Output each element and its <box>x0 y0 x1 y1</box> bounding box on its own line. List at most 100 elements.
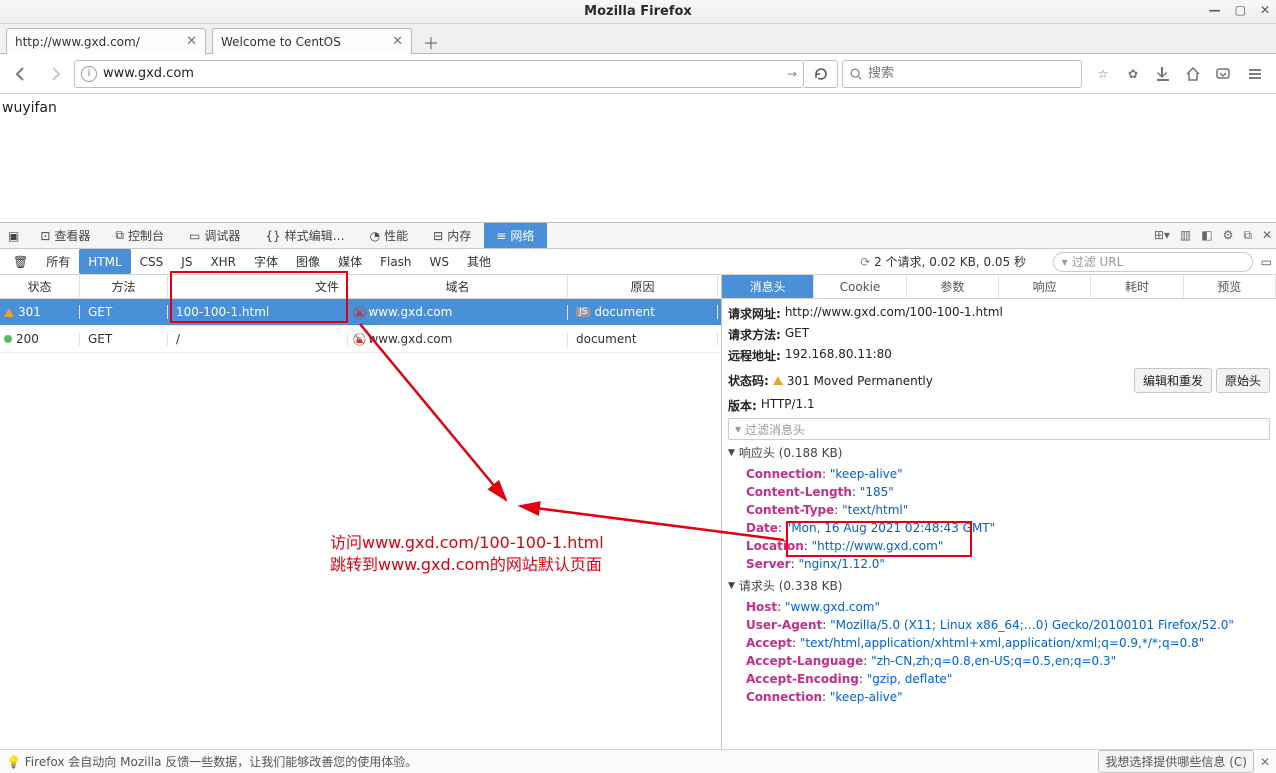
raw-headers-button[interactable]: 原始头 <box>1216 368 1270 393</box>
maximize-icon[interactable]: ▢ <box>1235 3 1246 17</box>
go-icon[interactable]: → <box>787 67 797 81</box>
header-line: Date: "Mon, 16 Aug 2021 02:48:43 GMT" <box>728 519 1270 537</box>
nav-toolbar: i → ☆ ✿ <box>0 54 1276 94</box>
detail-tab-params[interactable]: 参数 <box>907 275 999 298</box>
filter-headers-input[interactable]: ▾过滤消息头 <box>728 418 1270 440</box>
browser-tab-2[interactable]: Welcome to CentOS ✕ <box>212 28 412 54</box>
detail-tab-headers[interactable]: 消息头 <box>722 275 814 298</box>
filter-media[interactable]: 媒体 <box>329 249 371 274</box>
filter-js[interactable]: JS <box>172 249 201 274</box>
remote-address: 192.168.80.11:80 <box>785 347 892 364</box>
filter-xhr[interactable]: XHR <box>201 249 245 274</box>
tab-close-icon[interactable]: ✕ <box>186 34 197 49</box>
lightbulb-icon: 💡 <box>6 755 21 769</box>
new-tab-button[interactable]: ＋ <box>418 31 444 53</box>
filter-all[interactable]: 所有 <box>37 249 79 274</box>
devtools-panel-icon[interactable]: ⊞▾ <box>1154 228 1170 243</box>
menu-button[interactable] <box>1240 60 1270 88</box>
edit-resend-button[interactable]: 编辑和重发 <box>1134 368 1212 393</box>
devtools-panel: ▣ ⊡查看器 ⧉控制台 ▭调试器 {}样式编辑… ◔性能 ⊟内存 ≡网络 ⊞▾ … <box>0 222 1276 749</box>
bookmark-menu-icon[interactable]: ✿ <box>1122 63 1144 85</box>
browser-tab-1[interactable]: http://www.gxd.com/ ✕ <box>6 28 206 54</box>
page-text: wuyifan <box>2 100 57 116</box>
network-summary: ⟳ 2 个请求, 0.02 KB, 0.05 秒 <box>860 253 1026 270</box>
col-domain[interactable]: 域名 <box>348 275 568 298</box>
filter-icon: ▾ <box>735 422 741 436</box>
filter-css[interactable]: CSS <box>131 249 173 274</box>
downloads-icon[interactable] <box>1152 63 1174 85</box>
detail-tab-preview[interactable]: 预览 <box>1184 275 1276 298</box>
request-list: 状态 方法 文件 域名 原因 301 GET 100-100-1.html 🔒⃠… <box>0 275 722 749</box>
minimize-icon[interactable]: — <box>1209 3 1221 17</box>
filter-icon: ▾ <box>1062 255 1068 269</box>
tab-label: http://www.gxd.com/ <box>15 35 140 49</box>
pocket-icon[interactable] <box>1212 63 1234 85</box>
col-cause[interactable]: 原因 <box>568 275 718 298</box>
col-file[interactable]: 文件 <box>168 275 348 298</box>
detail-tab-response[interactable]: 响应 <box>999 275 1091 298</box>
tab-inspector[interactable]: ⊡查看器 <box>28 223 103 248</box>
reload-button[interactable] <box>804 60 838 88</box>
request-detail-pane: 消息头 Cookie 参数 响应 耗时 预览 请求网址:http://www.g… <box>722 275 1276 749</box>
filter-other[interactable]: 其他 <box>458 249 500 274</box>
back-button[interactable] <box>6 59 36 89</box>
header-line: User-Agent: "Mozilla/5.0 (X11; Linux x86… <box>728 616 1270 634</box>
col-method[interactable]: 方法 <box>80 275 168 298</box>
bookmark-icon[interactable]: ☆ <box>1092 63 1114 85</box>
request-method: GET <box>785 326 809 343</box>
devtools-close-icon[interactable]: ✕ <box>1262 228 1272 243</box>
close-icon[interactable]: ✕ <box>1260 3 1270 17</box>
home-icon[interactable] <box>1182 63 1204 85</box>
devtools-split-icon[interactable]: ▥ <box>1180 228 1191 243</box>
header-line: Server: "nginx/1.12.0" <box>728 555 1270 573</box>
request-row[interactable]: 301 GET 100-100-1.html 🔒⃠www.gxd.com JSd… <box>0 299 721 326</box>
window-title: Mozilla Firefox <box>584 4 692 19</box>
tab-performance[interactable]: ◔性能 <box>358 223 422 248</box>
status-code: 301 Moved Permanently <box>787 374 933 388</box>
filter-font[interactable]: 字体 <box>245 249 287 274</box>
info-bar: 💡 Firefox 会自动向 Mozilla 反馈一些数据，让我们能够改善您的使… <box>0 749 1276 773</box>
devtools-popout-icon[interactable]: ⧉ <box>1243 228 1252 243</box>
tab-debugger[interactable]: ▭调试器 <box>177 223 253 248</box>
header-line: Content-Type: "text/html" <box>728 501 1270 519</box>
col-status[interactable]: 状态 <box>0 275 80 298</box>
footer-close-icon[interactable]: ✕ <box>1260 755 1270 769</box>
tab-console[interactable]: ⧉控制台 <box>103 223 177 248</box>
search-input[interactable] <box>868 66 1075 81</box>
detail-tab-timings[interactable]: 耗时 <box>1091 275 1183 298</box>
detail-tab-cookies[interactable]: Cookie <box>814 275 906 298</box>
warning-icon <box>4 308 14 317</box>
filter-image[interactable]: 图像 <box>287 249 329 274</box>
header-line: Content-Length: "185" <box>728 483 1270 501</box>
url-input[interactable] <box>103 66 783 81</box>
forward-button[interactable] <box>40 59 70 89</box>
devtools-settings-icon[interactable]: ⚙ <box>1223 228 1234 243</box>
filter-url-input[interactable]: ▾ 过滤 URL <box>1053 252 1253 272</box>
request-list-header: 状态 方法 文件 域名 原因 <box>0 275 721 299</box>
header-line: Host: "www.gxd.com" <box>728 598 1270 616</box>
window-titlebar: Mozilla Firefox — ▢ ✕ <box>0 0 1276 24</box>
clear-button[interactable]: 🗑 <box>4 249 37 274</box>
devtools-dropdown-icon[interactable]: ▣ <box>0 223 28 248</box>
tab-close-icon[interactable]: ✕ <box>392 34 403 49</box>
request-row[interactable]: 200 GET / 🔒⃠www.gxd.com document <box>0 326 721 353</box>
response-headers-section[interactable]: ▼响应头 (0.188 KB) <box>728 440 1270 465</box>
network-filter-bar: 🗑 所有 HTML CSS JS XHR 字体 图像 媒体 Flash WS 其… <box>0 249 1276 275</box>
url-bar[interactable]: i → <box>74 60 804 88</box>
request-headers-section[interactable]: ▼请求头 (0.338 KB) <box>728 573 1270 598</box>
site-info-icon[interactable]: i <box>81 66 97 82</box>
tab-style-editor[interactable]: {}样式编辑… <box>253 223 357 248</box>
tab-network[interactable]: ≡网络 <box>484 223 547 248</box>
devtools-dock-icon[interactable]: ◧ <box>1201 228 1212 243</box>
search-bar[interactable] <box>842 60 1082 88</box>
header-line: Connection: "keep-alive" <box>728 465 1270 483</box>
header-line: Location: "http://www.gxd.com" <box>728 537 1270 555</box>
tab-memory[interactable]: ⊟内存 <box>421 223 484 248</box>
footer-choose-button[interactable]: 我想选择提供哪些信息 (C) <box>1098 750 1254 773</box>
request-url: http://www.gxd.com/100-100-1.html <box>785 305 1003 322</box>
filter-html[interactable]: HTML <box>79 249 130 274</box>
filter-flash[interactable]: Flash <box>371 249 420 274</box>
page-content: wuyifan <box>0 94 1276 222</box>
filter-ws[interactable]: WS <box>421 249 458 274</box>
devtools-box-icon[interactable]: ▭ <box>1261 255 1272 269</box>
